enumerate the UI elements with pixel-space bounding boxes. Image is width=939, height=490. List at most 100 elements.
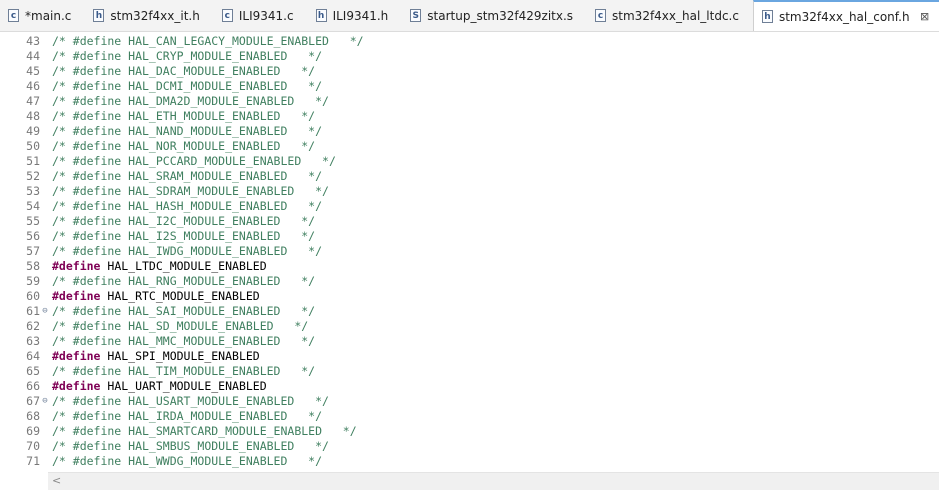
line-number: 58 xyxy=(26,259,40,273)
code-line[interactable]: 68 /* #define HAL_IRDA_MODULE_ENABLED */ xyxy=(0,409,939,424)
code-line[interactable]: 66 #define HAL_UART_MODULE_ENABLED xyxy=(0,379,939,394)
horizontal-scrollbar[interactable]: < xyxy=(48,472,939,490)
code-line[interactable]: 44 /* #define HAL_CRYP_MODULE_ENABLED */ xyxy=(0,49,939,64)
define-statement: #define HAL_LTDC_MODULE_ENABLED xyxy=(52,259,267,274)
h-file-icon: h xyxy=(93,9,105,22)
code-line[interactable]: 67 ⊖/* #define HAL_USART_MODULE_ENABLED *… xyxy=(0,394,939,409)
tab-label: ILI9341.h xyxy=(332,8,389,23)
code-line[interactable]: 53 /* #define HAL_SDRAM_MODULE_ENABLED */ xyxy=(0,184,939,199)
line-number: 62 xyxy=(26,319,40,333)
comment-text: /* #define HAL_NAND_MODULE_ENABLED */ xyxy=(52,124,323,138)
tab-5[interactable]: c stm32f4xx_hal_ltdc.c xyxy=(587,0,753,31)
fold-toggle-icon[interactable]: ⊖ xyxy=(40,304,50,319)
comment-text: /* #define HAL_SDRAM_MODULE_ENABLED */ xyxy=(52,184,329,198)
comment-text: /* #define HAL_HASH_MODULE_ENABLED */ xyxy=(52,199,323,213)
code-lines[interactable]: 43 /* #define HAL_CAN_LEGACY_MODULE_ENABL… xyxy=(0,34,939,469)
comment-text: /* #define HAL_DMA2D_MODULE_ENABLED */ xyxy=(52,94,329,108)
line-number: 54 xyxy=(26,199,40,213)
line-number: 52 xyxy=(26,169,40,183)
code-line[interactable]: 46 /* #define HAL_DCMI_MODULE_ENABLED */ xyxy=(0,79,939,94)
code-line[interactable]: 70 /* #define HAL_SMBUS_MODULE_ENABLED */ xyxy=(0,439,939,454)
comment-text: /* #define HAL_I2S_MODULE_ENABLED */ xyxy=(52,229,316,243)
code-editor[interactable]: 43 /* #define HAL_CAN_LEGACY_MODULE_ENABL… xyxy=(0,32,939,472)
line-number: 47 xyxy=(26,94,40,108)
code-line[interactable]: 65 /* #define HAL_TIM_MODULE_ENABLED */ xyxy=(0,364,939,379)
comment-text: /* #define HAL_ETH_MODULE_ENABLED */ xyxy=(52,109,316,123)
macro-name: HAL_UART_MODULE_ENABLED xyxy=(100,379,267,393)
define-statement: #define HAL_SPI_MODULE_ENABLED xyxy=(52,349,260,364)
code-line[interactable]: 58 #define HAL_LTDC_MODULE_ENABLED xyxy=(0,259,939,274)
tab-label: ILI9341.c xyxy=(238,8,294,23)
define-statement: #define HAL_RTC_MODULE_ENABLED xyxy=(52,289,260,304)
comment-text: /* #define HAL_TIM_MODULE_ENABLED */ xyxy=(52,364,316,378)
code-line[interactable]: 57 /* #define HAL_IWDG_MODULE_ENABLED */ xyxy=(0,244,939,259)
s-file-icon: S xyxy=(410,9,422,22)
line-number: 71 xyxy=(26,454,40,468)
tab-3[interactable]: h ILI9341.h xyxy=(308,0,403,31)
line-number: 65 xyxy=(26,364,40,378)
code-line[interactable]: 49 /* #define HAL_NAND_MODULE_ENABLED */ xyxy=(0,124,939,139)
code-line[interactable]: 45 /* #define HAL_DAC_MODULE_ENABLED */ xyxy=(0,64,939,79)
line-number: 67 xyxy=(26,394,40,408)
code-line[interactable]: 71 /* #define HAL_WWDG_MODULE_ENABLED */ xyxy=(0,454,939,469)
c-file-icon: c xyxy=(8,9,19,22)
tab-0[interactable]: c *main.c xyxy=(0,0,85,31)
code-line[interactable]: 61 ⊖/* #define HAL_SAI_MODULE_ENABLED */ xyxy=(0,304,939,319)
line-number: 66 xyxy=(26,379,40,393)
comment-text: /* #define HAL_PCCARD_MODULE_ENABLED */ xyxy=(52,154,336,168)
code-line[interactable]: 62 /* #define HAL_SD_MODULE_ENABLED */ xyxy=(0,319,939,334)
code-line[interactable]: 47 /* #define HAL_DMA2D_MODULE_ENABLED */ xyxy=(0,94,939,109)
code-line[interactable]: 51 /* #define HAL_PCCARD_MODULE_ENABLED *… xyxy=(0,154,939,169)
h-file-icon: h xyxy=(761,10,773,23)
code-line[interactable]: 43 /* #define HAL_CAN_LEGACY_MODULE_ENABL… xyxy=(0,34,939,49)
comment-text: /* #define HAL_IRDA_MODULE_ENABLED */ xyxy=(52,409,323,423)
code-line[interactable]: 54 /* #define HAL_HASH_MODULE_ENABLED */ xyxy=(0,199,939,214)
code-line[interactable]: 60 #define HAL_RTC_MODULE_ENABLED xyxy=(0,289,939,304)
close-tab-icon[interactable]: ⊠ xyxy=(918,10,932,24)
macro-name: HAL_RTC_MODULE_ENABLED xyxy=(100,289,260,303)
line-number: 68 xyxy=(26,409,40,423)
define-keyword: #define xyxy=(52,349,101,363)
macro-name: HAL_SPI_MODULE_ENABLED xyxy=(100,349,260,363)
comment-text: /* #define HAL_I2C_MODULE_ENABLED */ xyxy=(52,214,316,228)
line-number: 55 xyxy=(26,214,40,228)
code-line[interactable]: 63 /* #define HAL_MMC_MODULE_ENABLED */ xyxy=(0,334,939,349)
comment-text: /* #define HAL_SMBUS_MODULE_ENABLED */ xyxy=(52,439,329,453)
code-line[interactable]: 69 /* #define HAL_SMARTCARD_MODULE_ENABLE… xyxy=(0,424,939,439)
code-line[interactable]: 59 /* #define HAL_RNG_MODULE_ENABLED */ xyxy=(0,274,939,289)
comment-text: /* #define HAL_SRAM_MODULE_ENABLED */ xyxy=(52,169,323,183)
line-number: 63 xyxy=(26,334,40,348)
tab-label: *main.c xyxy=(25,8,72,23)
comment-text: /* #define HAL_USART_MODULE_ENABLED */ xyxy=(52,394,329,408)
comment-text: /* #define HAL_WWDG_MODULE_ENABLED */ xyxy=(52,454,323,468)
tab-2[interactable]: c ILI9341.c xyxy=(214,0,308,31)
code-line[interactable]: 55 /* #define HAL_I2C_MODULE_ENABLED */ xyxy=(0,214,939,229)
define-statement: #define HAL_UART_MODULE_ENABLED xyxy=(52,379,267,394)
tab-1[interactable]: h stm32f4xx_it.h xyxy=(85,0,213,31)
c-file-icon: c xyxy=(595,9,607,22)
tab-label: stm32f4xx_it.h xyxy=(110,8,200,23)
comment-text: /* #define HAL_DAC_MODULE_ENABLED */ xyxy=(52,64,316,78)
line-number: 64 xyxy=(26,349,40,363)
line-number: 49 xyxy=(26,124,40,138)
line-number: 69 xyxy=(26,424,40,438)
line-number: 56 xyxy=(26,229,40,243)
code-line[interactable]: 48 /* #define HAL_ETH_MODULE_ENABLED */ xyxy=(0,109,939,124)
code-line[interactable]: 56 /* #define HAL_I2S_MODULE_ENABLED */ xyxy=(0,229,939,244)
code-line[interactable]: 50 /* #define HAL_NOR_MODULE_ENABLED */ xyxy=(0,139,939,154)
line-number: 60 xyxy=(26,289,40,303)
comment-text: /* #define HAL_IWDG_MODULE_ENABLED */ xyxy=(52,244,323,258)
line-number: 53 xyxy=(26,184,40,198)
comment-text: /* #define HAL_NOR_MODULE_ENABLED */ xyxy=(52,139,316,153)
comment-text: /* #define HAL_DCMI_MODULE_ENABLED */ xyxy=(52,79,323,93)
comment-text: /* #define HAL_SAI_MODULE_ENABLED */ xyxy=(52,304,316,318)
tab-6[interactable]: h stm32f4xx_hal_conf.h ⊠ xyxy=(752,0,939,31)
line-number: 50 xyxy=(26,139,40,153)
scroll-left-arrow-icon[interactable]: < xyxy=(52,474,61,487)
fold-toggle-icon[interactable]: ⊖ xyxy=(40,394,50,409)
line-number: 61 xyxy=(26,304,40,318)
tab-4[interactable]: Sstartup_stm32f429zitx.s xyxy=(402,0,587,31)
line-number: 59 xyxy=(26,274,40,288)
code-line[interactable]: 64 #define HAL_SPI_MODULE_ENABLED xyxy=(0,349,939,364)
code-line[interactable]: 52 /* #define HAL_SRAM_MODULE_ENABLED */ xyxy=(0,169,939,184)
